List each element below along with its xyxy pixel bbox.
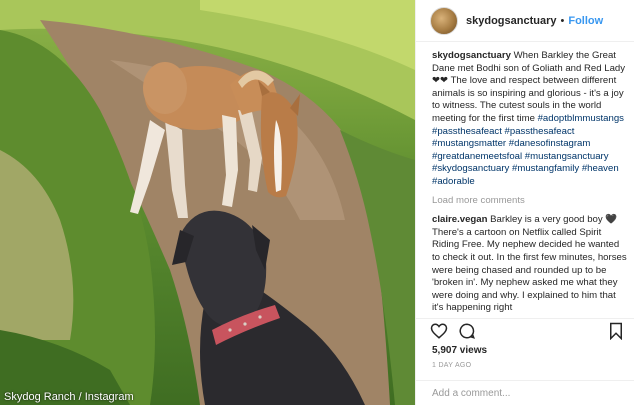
post-timestamp[interactable]: 1 DAY AGO — [432, 362, 471, 369]
follow-button[interactable]: Follow — [568, 15, 603, 27]
post-header: skydogsanctuary • Follow — [416, 0, 634, 42]
bookmark-icon[interactable] — [607, 322, 625, 340]
heart-icon[interactable] — [430, 322, 448, 340]
username-link[interactable]: skydogsanctuary — [466, 15, 556, 27]
view-count[interactable]: 5,907 views — [432, 345, 487, 356]
post-photo: Skydog Ranch / Instagram — [0, 0, 415, 405]
caption: skydogsanctuary When Barkley the Great D… — [432, 50, 627, 189]
comment-bubble-icon[interactable] — [458, 322, 476, 340]
avatar[interactable] — [430, 6, 458, 35]
post-side-panel: skydogsanctuary • Follow skydogsanctuary… — [415, 0, 634, 405]
comment-author[interactable]: claire.vegan — [432, 214, 487, 225]
photo-credit: Skydog Ranch / Instagram — [4, 391, 134, 403]
caption-author[interactable]: skydogsanctuary — [432, 50, 511, 61]
caption-hashtags[interactable]: #adoptblmmustangs #passthesafeact #passt… — [432, 113, 624, 187]
comment-text: Barkley is a very good boy 🖤 There's a c… — [432, 214, 627, 312]
photo-illustration — [0, 0, 415, 405]
add-comment-input[interactable]: Add a comment... — [416, 380, 634, 405]
comments-list[interactable]: skydogsanctuary When Barkley the Great D… — [416, 50, 634, 312]
comment-item: claire.vegan Barkley is a very good boy … — [432, 214, 627, 312]
action-bar — [416, 318, 634, 342]
separator-dot: • — [560, 14, 565, 27]
load-more-comments-button[interactable]: Load more comments — [432, 195, 627, 208]
